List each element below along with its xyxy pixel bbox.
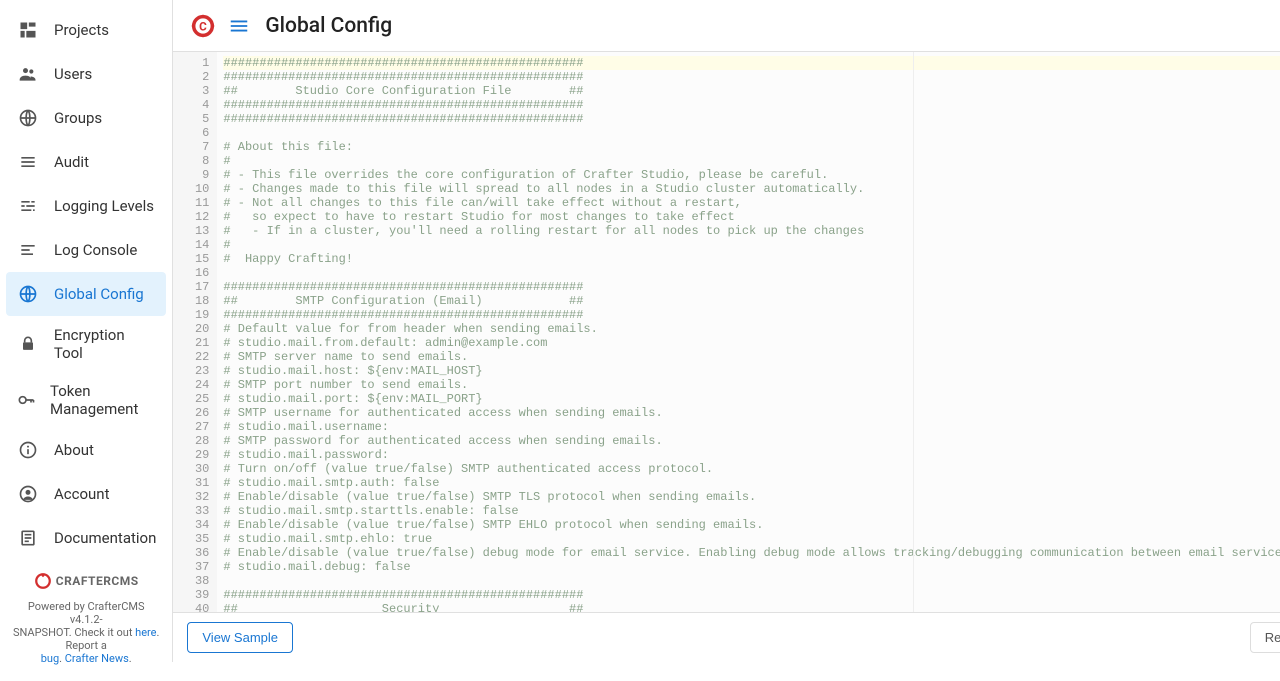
- bottombar: View Sample Reset ▾ Save: [173, 612, 1280, 662]
- sidebar-label: Projects: [54, 21, 109, 39]
- sidebar-label: Audit: [54, 153, 89, 171]
- sidebar-label: Documentation: [54, 529, 156, 547]
- list-icon: [16, 150, 40, 174]
- console-icon: [16, 238, 40, 262]
- book-icon: [16, 526, 40, 550]
- sidebar-item-encryption-tool[interactable]: Encryption Tool: [0, 316, 172, 372]
- view-sample-button[interactable]: View Sample: [187, 622, 293, 653]
- reset-button[interactable]: Reset ▾: [1250, 622, 1280, 653]
- sidebar-label: Users: [54, 65, 92, 83]
- dashboard-icon: [16, 18, 40, 42]
- sidebar-label: About: [54, 441, 94, 459]
- info-icon: [16, 438, 40, 462]
- editor-ruler: [913, 52, 914, 612]
- sidebar-item-documentation[interactable]: Documentation: [0, 516, 172, 560]
- sidebar-item-logging-levels[interactable]: Logging Levels: [0, 184, 172, 228]
- sidebar-label: Global Config: [54, 285, 144, 303]
- code-editor[interactable]: 1234567891011121314151617181920212223242…: [173, 52, 1280, 612]
- menu-icon[interactable]: [227, 14, 251, 38]
- sidebar-label: Encryption Tool: [54, 326, 157, 362]
- sidebar: Projects Users Groups Audit Logging Leve…: [0, 0, 173, 662]
- globe-icon: [16, 282, 40, 306]
- sidebar-item-log-console[interactable]: Log Console: [0, 228, 172, 272]
- sidebar-item-groups[interactable]: Groups: [0, 96, 172, 140]
- sidebar-item-about[interactable]: About: [0, 428, 172, 472]
- nav-list: Projects Users Groups Audit Logging Leve…: [0, 0, 172, 560]
- key-icon: [16, 388, 36, 412]
- footer-link-here[interactable]: here: [135, 626, 156, 639]
- editor-content[interactable]: ########################################…: [217, 52, 1280, 612]
- tune-icon: [16, 194, 40, 218]
- editor-gutter: 1234567891011121314151617181920212223242…: [173, 52, 217, 612]
- footer-link-news[interactable]: Crafter News: [65, 652, 129, 665]
- users-icon: [16, 62, 40, 86]
- footer-link-bug[interactable]: bug: [41, 652, 59, 665]
- main: C Global Config 123456789101112131415161…: [173, 0, 1280, 662]
- svg-text:C: C: [200, 19, 208, 33]
- page-title: Global Config: [265, 14, 392, 38]
- sidebar-label: Log Console: [54, 241, 137, 259]
- lock-icon: [16, 332, 40, 356]
- sidebar-label: Token Management: [50, 382, 156, 418]
- account-icon: [16, 482, 40, 506]
- footer-brand: CRAFTERCMS Powered by CrafterCMS v4.1.2-…: [0, 560, 172, 681]
- sidebar-label: Account: [54, 485, 110, 503]
- sidebar-item-projects[interactable]: Projects: [0, 8, 172, 52]
- sidebar-label: Logging Levels: [54, 197, 154, 215]
- sidebar-label: Groups: [54, 109, 102, 127]
- sidebar-item-account[interactable]: Account: [0, 472, 172, 516]
- sidebar-item-users[interactable]: Users: [0, 52, 172, 96]
- sidebar-item-audit[interactable]: Audit: [0, 140, 172, 184]
- crafter-logo: CRAFTERCMS: [12, 572, 160, 590]
- sidebar-item-token-management[interactable]: Token Management: [0, 372, 172, 428]
- sidebar-item-global-config[interactable]: Global Config: [6, 272, 166, 316]
- crafter-gear-icon: C: [189, 12, 217, 40]
- topbar: C Global Config: [173, 0, 1280, 52]
- globe-icon: [16, 106, 40, 130]
- footer-text: Powered by CrafterCMS v4.1.2- SNAPSHOT. …: [12, 600, 160, 665]
